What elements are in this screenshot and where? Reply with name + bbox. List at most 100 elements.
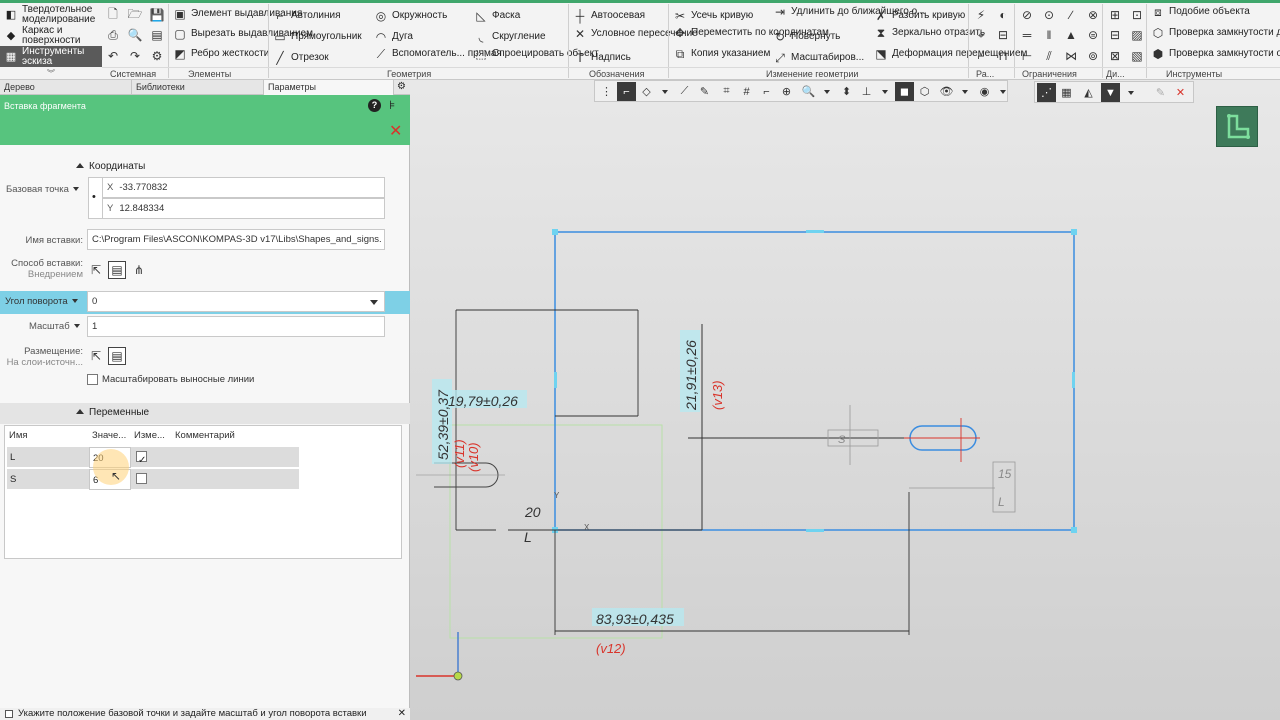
- x-coordinate-input[interactable]: X -33.770832: [102, 177, 385, 198]
- sketch-drawing[interactable]: 19,79±0,26 52,39±0,37 21,91±0,26 83,93±0…: [410, 80, 1280, 720]
- cut-extrude-tool[interactable]: ▢ Вырезать выдавливанием: [172, 26, 313, 42]
- mode-sketch-tools[interactable]: ▦ Инструменты эскиза: [0, 46, 102, 67]
- status-close-icon[interactable]: ✕: [398, 708, 406, 720]
- dim-icon-6[interactable]: ▧: [1128, 47, 1146, 65]
- similarity-tool[interactable]: ⧈ Подобие объекта: [1150, 4, 1250, 20]
- group-label-constraints[interactable]: Ограничения: [1022, 69, 1077, 79]
- variable-changed-checkbox[interactable]: [136, 473, 147, 484]
- axes-dropdown[interactable]: [875, 82, 894, 101]
- scale-input[interactable]: 1: [87, 316, 385, 337]
- dim-83-93[interactable]: 83,93±0,435: [596, 611, 674, 627]
- chamfer-tool[interactable]: ◺ Фаска: [473, 8, 520, 24]
- snap-grid-icon[interactable]: ⌗: [717, 82, 736, 101]
- placement-source-layers-icon[interactable]: ⇱: [87, 347, 105, 365]
- variables-section-header[interactable]: Переменные: [76, 407, 149, 418]
- collinear-constraint-icon[interactable]: ∕: [1062, 6, 1080, 24]
- grid-icon[interactable]: #: [737, 82, 756, 101]
- axes-icon[interactable]: ⊥: [857, 82, 876, 101]
- y-coordinate-input[interactable]: Y 12.848334: [102, 198, 385, 219]
- closure-check-1-tool[interactable]: ⬡ Проверка замкнутости д...: [1150, 25, 1280, 41]
- group-label-ra[interactable]: Ра...: [976, 69, 994, 79]
- ortho-icon[interactable]: ⌐: [757, 82, 776, 101]
- constraint-display-icon[interactable]: ⋰: [1037, 83, 1056, 102]
- copy-pointing-tool[interactable]: ⧉ Копия указанием: [672, 46, 771, 62]
- symmetric-constraint-icon[interactable]: ⊜: [1084, 26, 1102, 44]
- group-label-di[interactable]: Ди...: [1106, 69, 1125, 79]
- rib-tool[interactable]: ◩ Ребро жесткости: [172, 46, 271, 62]
- var-v12[interactable]: (v12): [596, 641, 626, 656]
- perpendicular-constraint-icon[interactable]: ⊘: [1018, 6, 1036, 24]
- ra-icon-4[interactable]: ◐: [994, 6, 1012, 24]
- vertical-constraint-icon[interactable]: ‖: [1040, 26, 1058, 44]
- ra-icon-3[interactable]: ⌐: [972, 47, 990, 65]
- hide-dropdown[interactable]: [955, 82, 974, 101]
- insert-link-icon[interactable]: ⇱: [87, 261, 105, 279]
- aux-line-tool[interactable]: ⟋ Вспомогатель... прямая: [373, 46, 502, 62]
- dim-icon-4[interactable]: ▨: [1128, 26, 1146, 44]
- preview-icon[interactable]: 🔍: [126, 26, 144, 44]
- extrude-tool[interactable]: ▣ Элемент выдавливания: [172, 6, 302, 22]
- eraser-icon[interactable]: ◇: [637, 82, 656, 101]
- zoom-icon[interactable]: 🔍: [799, 82, 818, 101]
- rectangle-tool[interactable]: ▭ Прямоугольник: [272, 29, 361, 45]
- rotate-tool[interactable]: ↻ Повернуть: [772, 29, 840, 45]
- var-v10[interactable]: (v10): [466, 442, 481, 472]
- settings-icon[interactable]: ⚙: [148, 47, 166, 65]
- mode-solid[interactable]: ◧ Твердотельное моделирование: [0, 4, 102, 25]
- midpoint-constraint-icon[interactable]: ⋈: [1062, 47, 1080, 65]
- origin-point[interactable]: [453, 671, 463, 681]
- redo-icon[interactable]: ↷: [126, 47, 144, 65]
- split-curve-tool[interactable]: ✗ Разбить кривую: [873, 8, 965, 24]
- fix-constraint-icon[interactable]: ▲: [1062, 26, 1080, 44]
- group-label-elements[interactable]: Элементы: [188, 69, 231, 79]
- tab-libraries[interactable]: Библиотеки: [132, 80, 264, 95]
- tangent-constraint-icon[interactable]: ⊙: [1040, 6, 1058, 24]
- dim-icon-1[interactable]: ⊞: [1106, 6, 1124, 24]
- group-label-change-geometry[interactable]: Изменение геометрии: [766, 69, 858, 79]
- dim-l-right[interactable]: L: [998, 495, 1005, 509]
- zoom-window-icon[interactable]: ⊕: [777, 82, 796, 101]
- dim-19-79[interactable]: 19,79±0,26: [448, 393, 518, 409]
- layers-icon[interactable]: ▦: [1057, 83, 1076, 102]
- filter-dropdown[interactable]: [1121, 83, 1140, 102]
- group-label-system[interactable]: Системная: [110, 69, 156, 79]
- orient-icon[interactable]: ⬍: [837, 82, 856, 101]
- tab-parameters[interactable]: Параметры: [264, 80, 394, 95]
- tab-tree[interactable]: Дерево: [0, 80, 132, 95]
- var-v11[interactable]: (v11): [452, 439, 467, 468]
- group-label-notation[interactable]: Обозначения: [589, 69, 645, 79]
- dim-s[interactable]: S: [838, 434, 846, 446]
- insert-embed-icon[interactable]: ▤: [108, 261, 126, 279]
- hide-icon[interactable]: 👁: [937, 82, 956, 101]
- scale-label[interactable]: Масштаб: [29, 321, 80, 332]
- scale-tool[interactable]: ⤢ Масштабиров...: [772, 50, 864, 66]
- parallel-constraint-icon[interactable]: ⫽: [1040, 47, 1058, 65]
- point-pick-button[interactable]: •: [88, 177, 103, 219]
- ra-icon-6[interactable]: ⊓: [994, 47, 1012, 65]
- circle-tool[interactable]: ◎ Окружность: [373, 8, 448, 24]
- rotation-angle-select[interactable]: 0: [87, 291, 385, 312]
- mode-expand-chevron-icon[interactable]: ︾: [0, 69, 102, 79]
- base-point-label[interactable]: Базовая точка: [6, 184, 79, 195]
- zoom-dropdown[interactable]: [817, 82, 836, 101]
- ra-icon-1[interactable]: ⚡: [972, 6, 990, 24]
- coordinates-section-header[interactable]: Координаты: [76, 161, 145, 172]
- grid-toggle-icon[interactable]: ⋮: [597, 82, 616, 101]
- column-header-comment[interactable]: Комментарий: [175, 430, 235, 441]
- group-label-geometry[interactable]: Геометрия: [387, 69, 431, 79]
- var-v13[interactable]: (v13): [710, 380, 725, 410]
- move-coords-tool[interactable]: ✥ Переместить по координатам: [672, 25, 829, 41]
- panel-settings-gear-icon[interactable]: ⚙: [397, 81, 406, 92]
- placement-current-layer-icon[interactable]: ▤: [108, 347, 126, 365]
- column-header-name[interactable]: Имя: [9, 430, 28, 441]
- concentric-constraint-icon[interactable]: ⊚: [1084, 47, 1102, 65]
- dimension-icon[interactable]: ⟋: [675, 82, 694, 101]
- extend-tool[interactable]: ⇥ Удлинить до ближайшего о...: [772, 4, 926, 20]
- insert-components-icon[interactable]: ⋔: [130, 261, 148, 279]
- layer-filter-icon[interactable]: ◭: [1079, 83, 1098, 102]
- dim-icon-3[interactable]: ⊟: [1106, 26, 1124, 44]
- insert-name-field[interactable]: C:\Program Files\ASCON\KOMPAS-3D v17\Lib…: [87, 229, 385, 250]
- help-icon[interactable]: ?: [368, 99, 381, 112]
- autoaxis-tool[interactable]: ┼ Автоосевая: [572, 8, 645, 24]
- print-icon[interactable]: ⎙: [104, 26, 122, 44]
